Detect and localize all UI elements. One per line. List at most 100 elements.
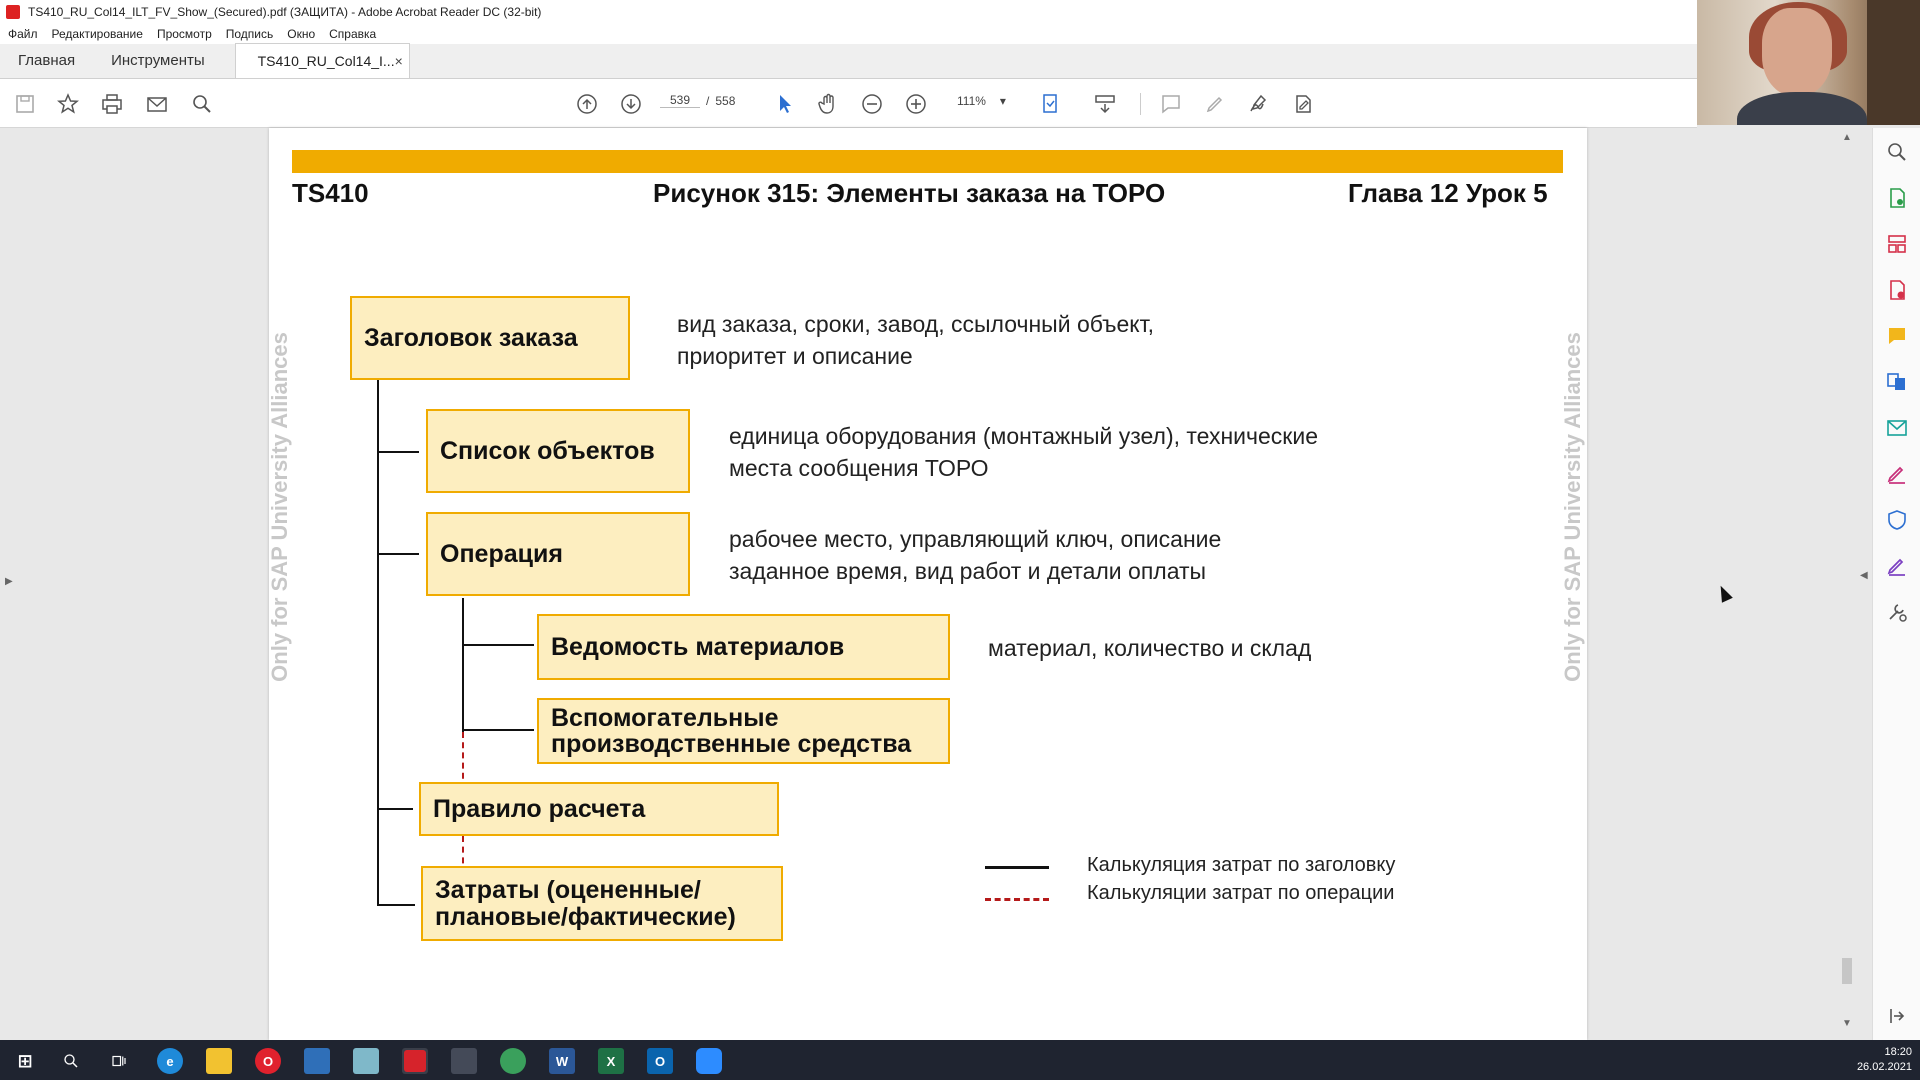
chapter-lesson: Глава 12 Урок 5 bbox=[1348, 178, 1548, 208]
window-title: TS410_RU_Col14_ILT_FV_Show_(Secured).pdf… bbox=[28, 5, 542, 19]
word-app-icon[interactable]: W bbox=[549, 1048, 575, 1074]
zoom-select[interactable]: 111% ▾ bbox=[957, 94, 1006, 108]
scroll-up-icon[interactable]: ▲ bbox=[1842, 132, 1852, 143]
search-zoom-icon[interactable] bbox=[1885, 140, 1909, 164]
fill-and-sign-icon[interactable] bbox=[1885, 462, 1909, 486]
zoom-out-icon[interactable] bbox=[859, 91, 885, 117]
sign-icon[interactable] bbox=[1246, 91, 1272, 117]
legend-dashed-line bbox=[985, 898, 1049, 901]
close-tab-icon[interactable]: × bbox=[395, 53, 403, 69]
connector-material-list bbox=[462, 644, 534, 646]
desc-order-header-line1: вид заказа, сроки, завод, ссылочный объе… bbox=[677, 311, 1155, 337]
create-pdf-icon[interactable] bbox=[1885, 278, 1909, 302]
desc-order-header: вид заказа, сроки, завод, ссылочный объе… bbox=[677, 308, 1154, 372]
main-connector-line bbox=[377, 378, 379, 906]
protect-shield-icon[interactable] bbox=[1885, 508, 1909, 532]
combine-files-icon[interactable] bbox=[1885, 370, 1909, 394]
comment-icon[interactable] bbox=[1158, 91, 1184, 117]
scroll-mode-icon[interactable] bbox=[1092, 91, 1118, 117]
highlight-pen-icon[interactable] bbox=[1202, 91, 1228, 117]
connector-object-list bbox=[377, 451, 419, 453]
system-clock[interactable]: 18:20 26.02.2021 bbox=[1857, 1045, 1912, 1075]
connector-settlement-rule bbox=[377, 808, 413, 810]
box-material-list: Ведомость материалов bbox=[537, 614, 950, 680]
current-page-input[interactable]: 539 bbox=[660, 93, 700, 108]
next-page-icon[interactable] bbox=[618, 91, 644, 117]
vertical-scrollbar[interactable]: ▲ ▼ bbox=[1838, 128, 1856, 1040]
desc-order-header-line2: приоритет и описание bbox=[677, 343, 913, 369]
tab-tools[interactable]: Инструменты bbox=[93, 43, 223, 78]
tab-document[interactable]: TS410_RU_Col14_I... × bbox=[234, 43, 410, 78]
legend-dashed-label: Калькуляции затрат по операции bbox=[1087, 882, 1395, 904]
notepad-icon[interactable] bbox=[353, 1048, 379, 1074]
task-view-icon[interactable] bbox=[106, 1048, 132, 1074]
scroll-down-icon[interactable]: ▼ bbox=[1842, 1018, 1852, 1029]
calculator-icon[interactable] bbox=[451, 1048, 477, 1074]
email-icon[interactable] bbox=[144, 91, 170, 117]
excel-app-icon[interactable]: X bbox=[598, 1048, 624, 1074]
taskbar-search-icon[interactable] bbox=[58, 1048, 84, 1074]
clock-time: 18:20 bbox=[1884, 1046, 1912, 1058]
bookmark-star-icon[interactable] bbox=[55, 91, 81, 117]
send-for-review-icon[interactable] bbox=[1885, 416, 1909, 440]
share-edit-icon[interactable] bbox=[1290, 91, 1316, 117]
send-for-signature-icon[interactable] bbox=[1885, 554, 1909, 578]
window-title-bar: TS410_RU_Col14_ILT_FV_Show_(Secured).pdf… bbox=[0, 0, 1697, 24]
windows-taskbar: ⊞ e O W X O 18:20 26.02.2021 bbox=[0, 1040, 1920, 1080]
zoom-in-icon[interactable] bbox=[903, 91, 929, 117]
connector-prt bbox=[462, 729, 534, 731]
more-tools-icon[interactable] bbox=[1885, 600, 1909, 624]
desc-object-list-line2: места сообщения ТОРО bbox=[729, 455, 989, 481]
right-tools-panel bbox=[1872, 128, 1920, 1040]
watermark-left: Only for SAP University Alliances bbox=[269, 332, 292, 682]
menu-edit[interactable]: Редактирование bbox=[52, 27, 143, 41]
box-prt-line2: производственные средства bbox=[551, 730, 912, 758]
file-explorer-icon[interactable] bbox=[206, 1048, 232, 1074]
menu-help[interactable]: Справка bbox=[329, 27, 376, 41]
zoom-app-icon[interactable] bbox=[696, 1048, 722, 1074]
previous-page-icon[interactable] bbox=[574, 91, 600, 117]
scrollbar-thumb[interactable] bbox=[1842, 958, 1852, 984]
hand-tool-icon[interactable] bbox=[815, 91, 841, 117]
opera-browser-icon[interactable]: O bbox=[255, 1048, 281, 1074]
menu-file[interactable]: Файл bbox=[8, 27, 38, 41]
left-panel-toggle[interactable]: ▶ bbox=[0, 128, 18, 1040]
toolbar: 539 / 558 111% ▾ bbox=[0, 79, 1697, 128]
zoom-value: 111% bbox=[957, 94, 986, 108]
webcam-background-shelf bbox=[1867, 0, 1920, 125]
desc-operation-line1: рабочее место, управляющий ключ, описани… bbox=[729, 526, 1222, 552]
menu-view[interactable]: Просмотр bbox=[157, 27, 212, 41]
header-accent-bar bbox=[292, 150, 1563, 173]
box-settlement-rule: Правило расчета bbox=[419, 782, 779, 836]
export-pdf-icon[interactable] bbox=[1885, 186, 1909, 210]
chevron-down-icon: ▾ bbox=[999, 94, 1006, 108]
print-icon[interactable] bbox=[99, 91, 125, 117]
box-costs: Затраты (оцененные/ плановые/фактические… bbox=[421, 866, 783, 941]
outlook-app-icon[interactable]: O bbox=[647, 1048, 673, 1074]
desc-object-list: единица оборудования (монтажный узел), т… bbox=[729, 420, 1318, 484]
comment-tool-icon[interactable] bbox=[1885, 324, 1909, 348]
select-cursor-icon[interactable] bbox=[772, 91, 798, 117]
organize-pages-icon[interactable] bbox=[1885, 232, 1909, 256]
webcam-person-face bbox=[1762, 8, 1832, 96]
edge-browser-icon[interactable]: e bbox=[157, 1048, 183, 1074]
collapse-tools-icon[interactable] bbox=[1885, 1004, 1909, 1028]
save-icon[interactable] bbox=[12, 91, 38, 117]
menu-sign[interactable]: Подпись bbox=[226, 27, 274, 41]
page-fit-icon[interactable] bbox=[1038, 91, 1064, 117]
windows-start-icon[interactable]: ⊞ bbox=[12, 1048, 38, 1074]
box-prt-line1: Вспомогательные bbox=[551, 703, 779, 732]
chrome-browser-icon[interactable] bbox=[500, 1048, 526, 1074]
app-launcher-icon[interactable] bbox=[304, 1048, 330, 1074]
page-navigator: 539 / 558 bbox=[660, 93, 735, 108]
search-icon[interactable] bbox=[189, 91, 215, 117]
total-pages: 558 bbox=[715, 93, 736, 108]
box-production-resources: Вспомогательные производственные средств… bbox=[537, 698, 950, 764]
expand-left-icon: ▶ bbox=[5, 576, 13, 587]
desc-material-list: материал, количество и склад bbox=[988, 635, 1312, 661]
tab-home[interactable]: Главная bbox=[0, 43, 93, 78]
collapse-right-panel-icon[interactable]: ◀ bbox=[1860, 570, 1868, 581]
mouse-cursor bbox=[1715, 583, 1733, 603]
menu-window[interactable]: Окно bbox=[287, 27, 315, 41]
acrobat-taskbar-icon[interactable] bbox=[402, 1048, 428, 1074]
